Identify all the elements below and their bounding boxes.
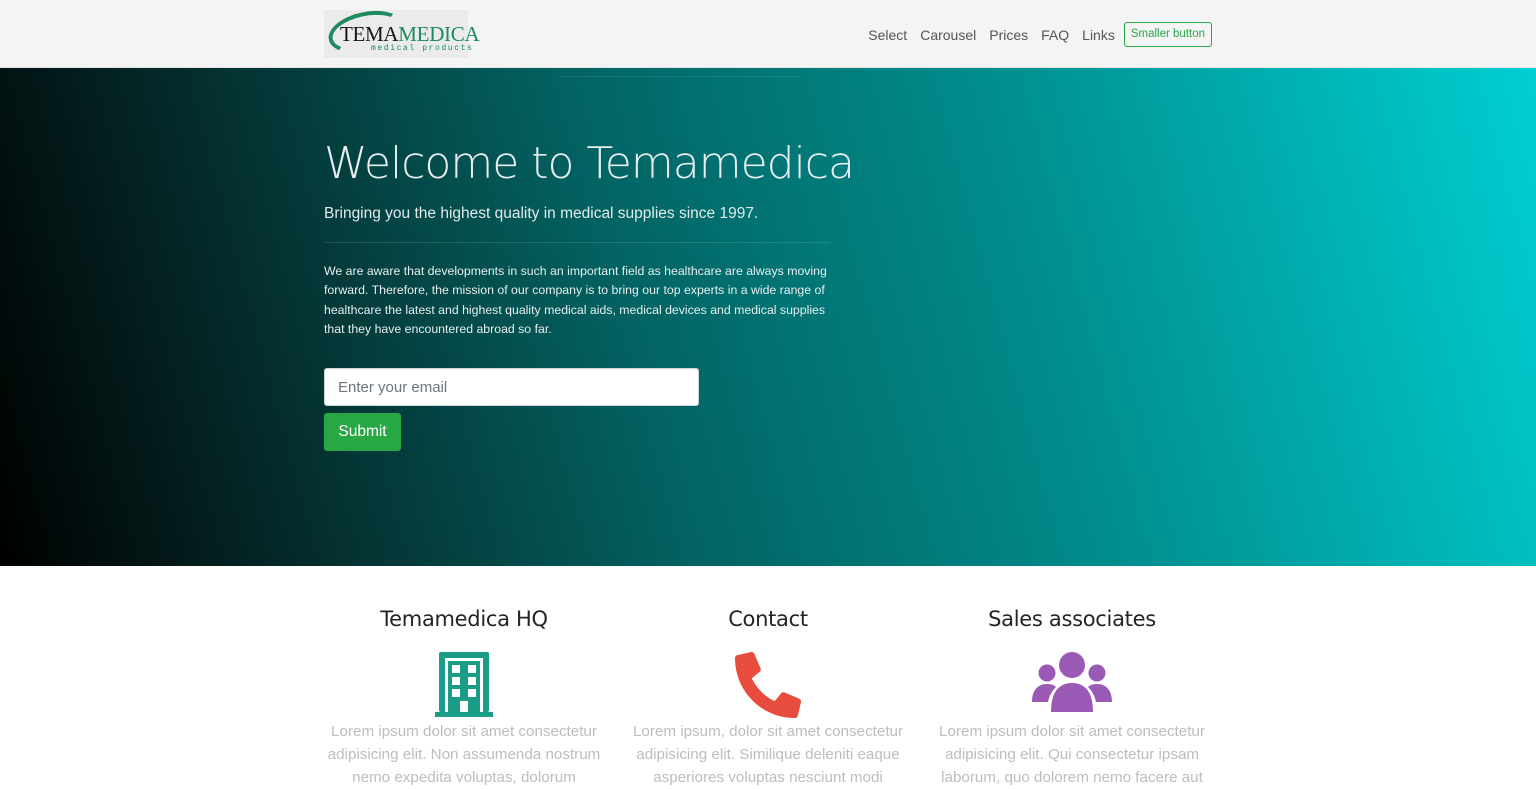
hero-body-text: We are aware that developments in such a…	[324, 264, 827, 336]
nav-link-carousel[interactable]: Carousel	[920, 23, 976, 47]
hero-divider	[324, 242, 830, 243]
submit-button[interactable]: Submit	[324, 413, 401, 451]
feature-text: Lorem ipsum, dolor sit amet consectetur …	[632, 723, 904, 786]
feature-title: Contact	[728, 607, 808, 631]
feature-title: Sales associates	[988, 607, 1156, 631]
hero-lead: Bringing you the highest quality in medi…	[324, 205, 759, 222]
feature-text: Lorem ipsum dolor sit amet consectetur a…	[327, 723, 601, 786]
hero-top-divider	[560, 76, 800, 77]
nav-link-prices[interactable]: Prices	[989, 23, 1028, 47]
hero-jumbotron: Welcome to Temamedica Bringing you the h…	[0, 68, 1536, 566]
temamedica-logo[interactable]: TEMAMEDICA medical products	[324, 4, 480, 60]
building-icon	[319, 652, 609, 718]
feature-text: Lorem ipsum dolor sit amet consectetur a…	[939, 723, 1205, 786]
nav-links: Select Carousel Prices FAQ Links Smaller…	[855, 22, 1212, 47]
logo-tagline: medical products	[371, 44, 474, 53]
hero-title: Welcome to Temamedica	[324, 138, 855, 189]
logo-wordmark: TEMAMEDICA	[340, 22, 480, 46]
features-section: Temamedica HQ Lorem ipsum dolor sit amet…	[0, 566, 1536, 786]
email-input[interactable]	[324, 368, 699, 406]
nav-link-faq[interactable]: FAQ	[1041, 23, 1069, 47]
phone-icon	[623, 652, 913, 718]
feature-title: Temamedica HQ	[380, 607, 548, 631]
navbar: TEMAMEDICA medical products Select Carou…	[0, 0, 1536, 68]
nav-link-links[interactable]: Links	[1082, 23, 1115, 47]
nav-link-select[interactable]: Select	[868, 23, 907, 47]
smaller-button[interactable]: Smaller button	[1123, 22, 1212, 47]
users-icon	[927, 652, 1217, 718]
